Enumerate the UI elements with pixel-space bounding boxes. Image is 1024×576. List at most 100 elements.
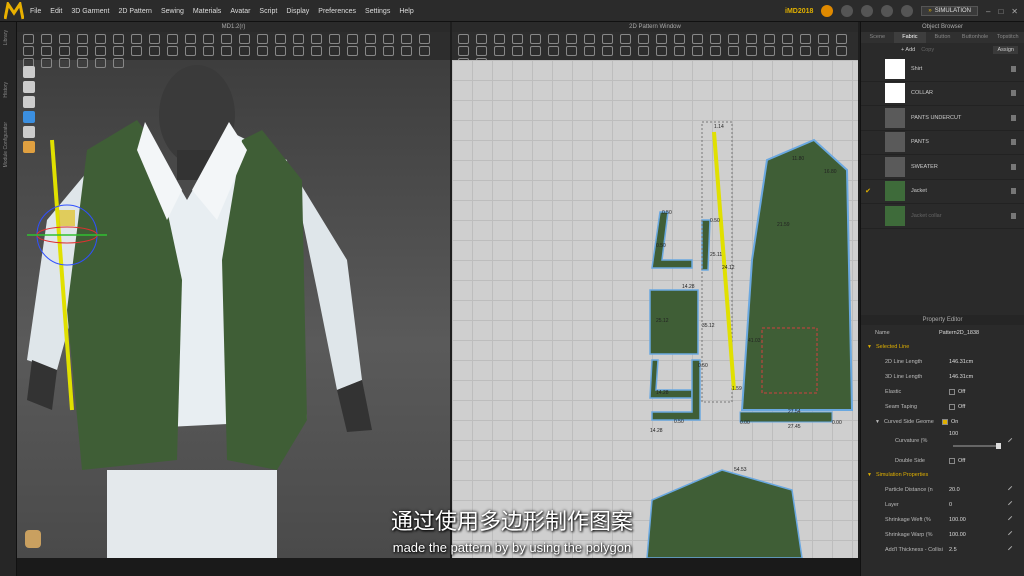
tool-icon[interactable] xyxy=(131,46,142,56)
fabric-swatch[interactable] xyxy=(885,205,905,226)
fabric-item[interactable]: ✔ Jacket xyxy=(861,180,1024,204)
tool-icon[interactable] xyxy=(419,46,430,56)
tool-icon[interactable] xyxy=(476,34,487,44)
tool-icon[interactable] xyxy=(530,34,541,44)
curved-side-checkbox[interactable] xyxy=(941,418,948,425)
tool-icon[interactable] xyxy=(674,34,685,44)
tool-icon[interactable] xyxy=(782,34,793,44)
fabric-swatch[interactable] xyxy=(885,156,905,177)
tool-icon[interactable] xyxy=(239,34,250,44)
tool-icon[interactable] xyxy=(167,46,178,56)
lock-icon[interactable] xyxy=(1011,163,1016,170)
tab-scene[interactable]: Scene xyxy=(861,32,894,43)
tool-icon[interactable] xyxy=(275,34,286,44)
tool-icon[interactable] xyxy=(638,34,649,44)
tool-icon[interactable] xyxy=(746,34,757,44)
tool-icon[interactable] xyxy=(23,46,34,56)
tool-icon[interactable] xyxy=(710,34,721,44)
avatar-tool-icon[interactable] xyxy=(23,81,35,93)
tab-button[interactable]: Button xyxy=(926,32,959,43)
tool-icon[interactable] xyxy=(836,46,847,56)
tool-icon[interactable] xyxy=(602,46,613,56)
tab-fabric[interactable]: Fabric xyxy=(893,32,927,43)
garment-tool-icon[interactable] xyxy=(23,111,35,123)
tool-icon[interactable] xyxy=(275,46,286,56)
ruler-tool-icon[interactable] xyxy=(23,126,35,138)
2d-pattern-window[interactable]: 2D Pattern Window 1.14 11.80 16.80 0.50 0.50… xyxy=(452,22,858,558)
tool-icon[interactable] xyxy=(602,34,613,44)
fabric-item[interactable]: Jacket collar xyxy=(861,204,1024,229)
tool-icon[interactable] xyxy=(167,34,178,44)
menu-item-materials[interactable]: Materials xyxy=(193,8,221,15)
tool-icon[interactable] xyxy=(746,46,757,56)
tab-topstitch[interactable]: Topstitch xyxy=(991,32,1024,43)
tool-icon[interactable] xyxy=(566,46,577,56)
tool-icon[interactable] xyxy=(149,46,160,56)
close-icon[interactable]: ✕ xyxy=(1011,7,1018,16)
tool-icon[interactable] xyxy=(113,34,124,44)
menu-item-sewing[interactable]: Sewing xyxy=(161,8,184,15)
lock-icon[interactable] xyxy=(1011,139,1016,146)
menu-item-script[interactable]: Script xyxy=(259,8,277,15)
tab-module-configurator[interactable]: Module Configurator xyxy=(3,122,9,167)
fabric-swatch[interactable] xyxy=(885,83,905,104)
menu-item-avatar[interactable]: Avatar xyxy=(230,8,250,15)
property-name-value[interactable]: Pattern2D_1838 xyxy=(939,330,979,336)
tool-icon[interactable] xyxy=(836,34,847,44)
gear-icon[interactable] xyxy=(901,5,914,17)
tool-icon[interactable] xyxy=(59,34,70,44)
tool-icon[interactable] xyxy=(692,46,703,56)
fabric-item[interactable]: COLLAR xyxy=(861,82,1024,106)
menu-item-edit[interactable]: Edit xyxy=(50,8,62,15)
tool-icon[interactable] xyxy=(311,34,322,44)
tool-icon[interactable] xyxy=(401,46,412,56)
tool-icon[interactable] xyxy=(674,46,685,56)
tool-icon[interactable] xyxy=(512,46,523,56)
menu-item-settings[interactable]: Settings xyxy=(365,8,390,15)
tool-icon[interactable] xyxy=(41,46,52,56)
user-name[interactable]: iMD2018 xyxy=(785,8,813,15)
menu-item-display[interactable]: Display xyxy=(286,8,309,15)
avatar-scene[interactable] xyxy=(17,60,450,558)
tool-icon[interactable] xyxy=(818,34,829,44)
seam-taping-checkbox[interactable] xyxy=(949,403,955,410)
tool-icon[interactable] xyxy=(530,46,541,56)
tool-icon[interactable] xyxy=(185,46,196,56)
tool-icon[interactable] xyxy=(203,46,214,56)
selected-line-section[interactable]: ▼ Selected Line xyxy=(861,340,1024,354)
fabric-swatch[interactable] xyxy=(885,107,905,128)
fabric-item[interactable]: PANTS UNDERCUT xyxy=(861,106,1024,131)
3d-garment-window[interactable]: MD1.2(r) xyxy=(17,22,450,558)
tab-buttonhole[interactable]: Buttonhole xyxy=(959,32,992,43)
tool-icon[interactable] xyxy=(347,34,358,44)
tool-icon[interactable] xyxy=(239,46,250,56)
tool-icon[interactable] xyxy=(95,34,106,44)
tool-icon[interactable] xyxy=(548,46,559,56)
fabric-swatch[interactable] xyxy=(885,181,905,202)
fabric-item[interactable]: PANTS xyxy=(861,131,1024,155)
curvature-slider[interactable] xyxy=(953,443,1001,449)
tool-icon[interactable] xyxy=(383,46,394,56)
tool-icon[interactable] xyxy=(383,34,394,44)
tool-icon[interactable] xyxy=(293,46,304,56)
tool-icon[interactable] xyxy=(494,46,505,56)
tool-icon[interactable] xyxy=(77,46,88,56)
tool-icon[interactable] xyxy=(656,34,667,44)
tool-icon[interactable] xyxy=(800,46,811,56)
line-3d-value[interactable]: 146.31cm xyxy=(949,374,973,380)
lock-icon[interactable] xyxy=(1011,188,1016,195)
tool-icon[interactable] xyxy=(728,34,739,44)
tool-icon[interactable] xyxy=(77,34,88,44)
double-side-checkbox[interactable] xyxy=(949,457,955,464)
tool-icon[interactable] xyxy=(764,34,775,44)
lock-icon[interactable] xyxy=(1011,90,1016,97)
tool-icon[interactable] xyxy=(365,46,376,56)
tool-icon[interactable] xyxy=(185,34,196,44)
lock-icon[interactable] xyxy=(1011,114,1016,121)
add-button[interactable]: + Add xyxy=(901,47,915,53)
menu-item-preferences[interactable]: Preferences xyxy=(318,8,356,15)
tool-icon[interactable] xyxy=(329,34,340,44)
tool-icon[interactable] xyxy=(257,34,268,44)
avatar-view-icon[interactable] xyxy=(23,141,35,153)
menu-item-2d-pattern[interactable]: 2D Pattern xyxy=(118,8,151,15)
